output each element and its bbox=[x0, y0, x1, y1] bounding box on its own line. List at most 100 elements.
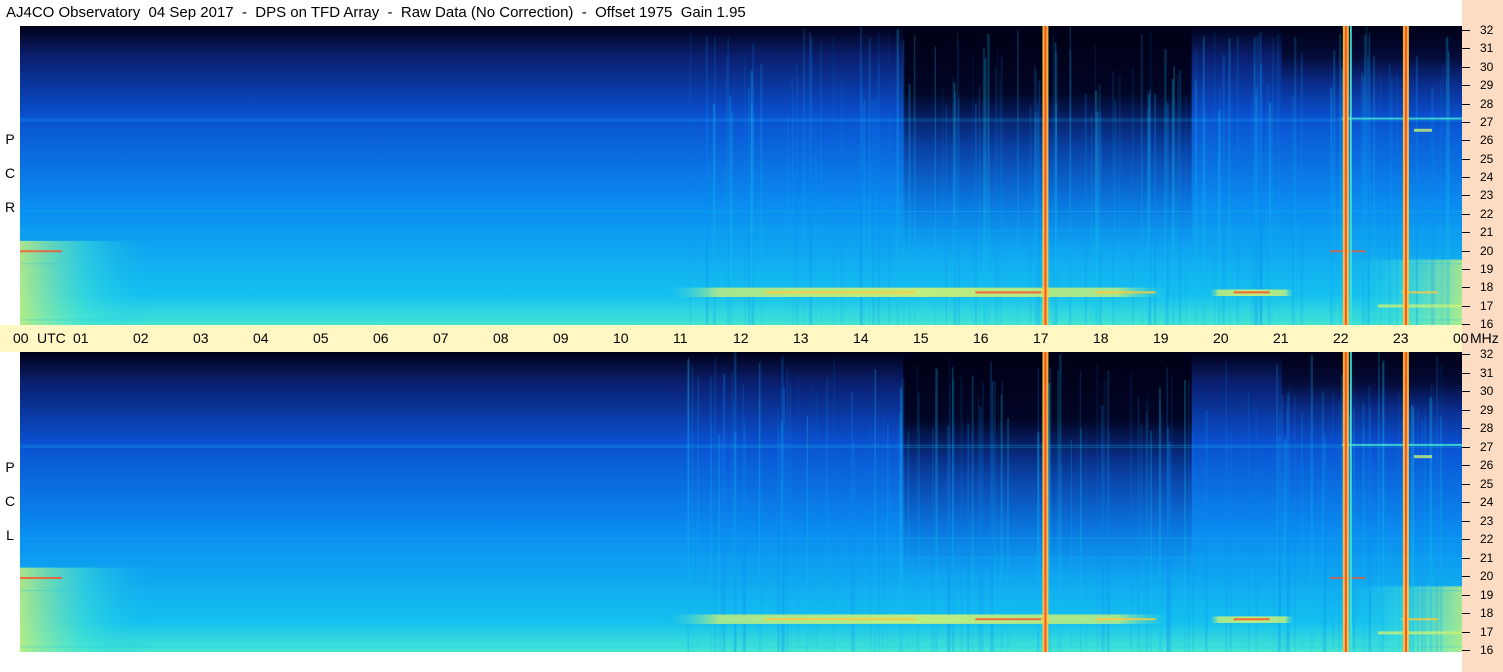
rcp-freq-label: 23 bbox=[1480, 188, 1494, 202]
lcp-streak bbox=[1192, 431, 1194, 652]
lcp-streak bbox=[731, 372, 733, 652]
rcp-streak bbox=[987, 34, 990, 325]
lcp-freq-label: 25 bbox=[1480, 477, 1494, 491]
time-label-06: 06 bbox=[373, 330, 389, 346]
rcp-streak bbox=[832, 35, 835, 325]
rcp-freq-label: 16 bbox=[1480, 317, 1494, 331]
rcp-letter-c: C bbox=[4, 165, 16, 181]
time-label-14: 14 bbox=[853, 330, 869, 346]
lcp-streak bbox=[993, 381, 996, 652]
lcp-hline bbox=[20, 557, 1462, 559]
rcp-early-speck bbox=[20, 250, 63, 253]
time-axis: 00 UTC 01 02 03 04 05 06 07 08 09 10 11 … bbox=[0, 325, 1499, 352]
rcp-streak bbox=[972, 56, 974, 325]
lcp-streak bbox=[1130, 373, 1133, 652]
lcp-freq-tick bbox=[1462, 484, 1470, 485]
rcp-streak bbox=[1017, 30, 1019, 325]
rcp-streak bbox=[913, 34, 916, 325]
lcp-streak bbox=[691, 365, 693, 652]
lcp-streak bbox=[1325, 436, 1327, 652]
rcp-streak bbox=[1333, 49, 1336, 325]
rcp-freq-tick bbox=[1462, 195, 1470, 196]
time-label-07: 07 bbox=[433, 330, 449, 346]
rcp-streak bbox=[1000, 56, 1003, 325]
lcp-streak bbox=[1424, 416, 1427, 652]
rcp-freq-label: 19 bbox=[1480, 262, 1494, 276]
lcp-streak bbox=[1272, 414, 1275, 652]
lcp-streak bbox=[1171, 375, 1173, 652]
time-label-09: 09 bbox=[553, 330, 569, 346]
lcp-streak bbox=[960, 376, 963, 652]
lcp-freq-label: 31 bbox=[1480, 366, 1494, 380]
rcp-streak bbox=[1219, 85, 1221, 325]
rcp-streak bbox=[902, 40, 905, 325]
rcp-freq-tick bbox=[1462, 48, 1470, 49]
time-label-16: 16 bbox=[973, 330, 989, 346]
rcp-streak bbox=[1439, 78, 1442, 325]
lcp-band-main bbox=[668, 614, 1168, 624]
lcp-freq-tick bbox=[1462, 558, 1470, 559]
time-label-05: 05 bbox=[313, 330, 329, 346]
lcp-streak bbox=[1225, 361, 1227, 652]
rcp-streak bbox=[1330, 88, 1333, 325]
rcp-freq-tick bbox=[1462, 287, 1470, 288]
lcp-streak bbox=[1301, 412, 1303, 652]
lcp-streak bbox=[1378, 352, 1380, 652]
lcp-transient-core bbox=[1404, 352, 1407, 652]
lcp-freq-tick bbox=[1462, 576, 1470, 577]
rcp-streak bbox=[1118, 75, 1121, 325]
rcp-streak bbox=[1200, 86, 1203, 325]
lcp-freq-tick bbox=[1462, 650, 1470, 651]
lcp-freq-label: 30 bbox=[1480, 384, 1494, 398]
time-label-00-end: 00 bbox=[1453, 330, 1469, 346]
lcp-freq-label: 24 bbox=[1480, 495, 1494, 509]
rcp-streak bbox=[1441, 62, 1444, 325]
lcp-streak bbox=[722, 374, 726, 652]
lcp-streak bbox=[1137, 396, 1140, 652]
lcp-label: P C L bbox=[0, 450, 20, 552]
lcp-hline-spot bbox=[1413, 455, 1432, 459]
rcp-streak bbox=[1179, 70, 1182, 325]
lcp-streak bbox=[982, 381, 984, 652]
lcp-streak bbox=[789, 382, 792, 652]
lcp-hline bbox=[20, 537, 1462, 539]
lcp-streak bbox=[1147, 390, 1149, 652]
rcp-hline bbox=[20, 120, 1462, 122]
lcp-streak bbox=[1281, 393, 1283, 652]
lcp-band-speck bbox=[1095, 618, 1156, 621]
rcp-freq-label: 20 bbox=[1480, 244, 1494, 258]
rcp-band-main bbox=[668, 287, 1168, 297]
rcp-streak bbox=[1367, 54, 1370, 325]
lcp-letter-p: P bbox=[5, 459, 15, 475]
rcp-streak bbox=[1372, 56, 1376, 325]
rcp-freq-tick bbox=[1462, 159, 1470, 160]
lcp-streak bbox=[1332, 390, 1335, 652]
lcp-hline bbox=[20, 646, 1462, 648]
rcp-spectrogram bbox=[20, 26, 1462, 325]
rcp-streak bbox=[1222, 54, 1225, 325]
rcp-freq-label: 26 bbox=[1480, 133, 1494, 147]
rcp-transient-core bbox=[1344, 26, 1347, 325]
lcp-streak bbox=[1247, 391, 1250, 652]
lcp-band-third bbox=[1377, 631, 1462, 635]
rcp-streak bbox=[995, 66, 997, 325]
lcp-freq-tick bbox=[1462, 465, 1470, 466]
rcp-streak bbox=[760, 64, 763, 325]
rcp-transient-core bbox=[1044, 26, 1047, 325]
rcp-streak bbox=[1390, 78, 1393, 325]
lcp-streak bbox=[991, 380, 994, 652]
time-label-03: 03 bbox=[193, 330, 209, 346]
lcp-freq-tick bbox=[1462, 391, 1470, 392]
lcp-streak bbox=[1107, 370, 1110, 652]
lcp-freq-tick bbox=[1462, 428, 1470, 429]
time-label-12: 12 bbox=[733, 330, 749, 346]
rcp-streak bbox=[1447, 51, 1450, 325]
rcp-streak bbox=[984, 58, 987, 325]
rcp-streak bbox=[1445, 36, 1449, 325]
time-label-22: 22 bbox=[1333, 330, 1349, 346]
rcp-streak bbox=[802, 28, 806, 325]
rcp-freq-tick bbox=[1462, 269, 1470, 270]
lcp-spectrogram-plot bbox=[20, 352, 1462, 652]
rcp-letter-r: R bbox=[4, 199, 16, 215]
rcp-streak bbox=[1364, 34, 1367, 325]
